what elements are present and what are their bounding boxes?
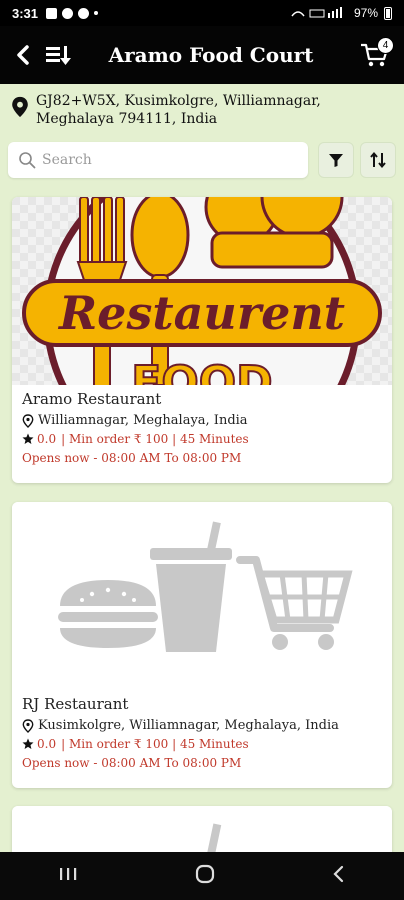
home-button[interactable]: [194, 863, 216, 889]
cart-button[interactable]: 4: [358, 37, 394, 72]
delivery-location[interactable]: GJ82+W5X, Kusimkolgre, Williamnagar, Meg…: [10, 92, 396, 128]
restaurant-logo-image: Restaurent FOOD: [12, 197, 392, 385]
search-box[interactable]: [8, 142, 308, 178]
network-signal-icon: [291, 7, 342, 18]
food-placeholder-graphic: [12, 502, 392, 690]
restaurant-order-info: | Min order ₹ 100 | 45 Minutes: [61, 737, 249, 751]
star-icon: [22, 433, 34, 444]
home-icon: [195, 864, 215, 884]
location-pin-icon: [12, 96, 28, 118]
restaurant-name: RJ Restaurant: [22, 695, 129, 713]
system-nav-bar: [0, 852, 404, 900]
cart-count-badge: 4: [377, 37, 394, 54]
location-address: GJ82+W5X, Kusimkolgre, Williamnagar, Meg…: [36, 93, 321, 127]
battery-percent: 97%: [353, 6, 378, 20]
sort-arrows-icon: [370, 151, 386, 169]
system-back-button[interactable]: [332, 864, 346, 888]
restaurant-card[interactable]: Restaurent FOOD Aramo Restaurant William…: [12, 197, 392, 483]
recent-apps-icon: [60, 868, 77, 880]
sort-list-icon: [46, 46, 71, 65]
messenger-icon: [78, 7, 90, 19]
gallery-icon: [46, 7, 58, 19]
filter-button[interactable]: [318, 142, 354, 178]
sort-button[interactable]: [360, 142, 396, 178]
chevron-left-icon: [333, 865, 344, 883]
restaurant-hours: Opens now - 08:00 AM To 08:00 PM: [22, 756, 242, 770]
location-pin-icon: [22, 718, 34, 733]
restaurant-name: Aramo Restaurant: [22, 390, 162, 408]
location-pin-icon: [22, 413, 34, 428]
recent-apps-button[interactable]: [58, 866, 78, 886]
notification-dot-icon: [94, 11, 99, 15]
restaurant-card[interactable]: RJ Restaurant Kusimkolgre, Williamnagar,…: [12, 502, 392, 788]
logo-banner-text: Restaurent: [57, 286, 345, 340]
battery-icon: [384, 6, 392, 20]
search-row: [8, 142, 396, 178]
search-icon: [19, 152, 36, 169]
restaurant-location: Kusimkolgre, Williamnagar, Meghalaya, In…: [38, 718, 339, 733]
page-title: Aramo Food Court: [108, 43, 314, 67]
back-arrow-icon: [17, 45, 29, 65]
filter-icon: [329, 154, 343, 167]
message-icon: [62, 7, 74, 19]
status-bar: 3:31 97%: [0, 0, 404, 26]
restaurant-rating: 0.0: [37, 737, 57, 751]
search-input[interactable]: [42, 152, 292, 168]
sort-list-button[interactable]: [44, 41, 72, 69]
back-button[interactable]: [12, 41, 34, 69]
restaurant-location: Williamnagar, Meghalaya, India: [38, 413, 248, 428]
restaurant-rating: 0.0: [37, 432, 57, 446]
restaurant-hours: Opens now - 08:00 AM To 08:00 PM: [22, 451, 242, 465]
burger-icon: [58, 580, 158, 648]
restaurant-logo-graphic: Restaurent FOOD: [12, 197, 392, 385]
status-time: 3:31: [12, 5, 39, 21]
star-icon: [22, 738, 34, 749]
logo-food-text: FOOD: [131, 357, 272, 385]
app-bar: Aramo Food Court 4: [0, 26, 404, 84]
restaurant-placeholder-image: [12, 502, 392, 690]
restaurant-order-info: | Min order ₹ 100 | 45 Minutes: [61, 432, 249, 446]
